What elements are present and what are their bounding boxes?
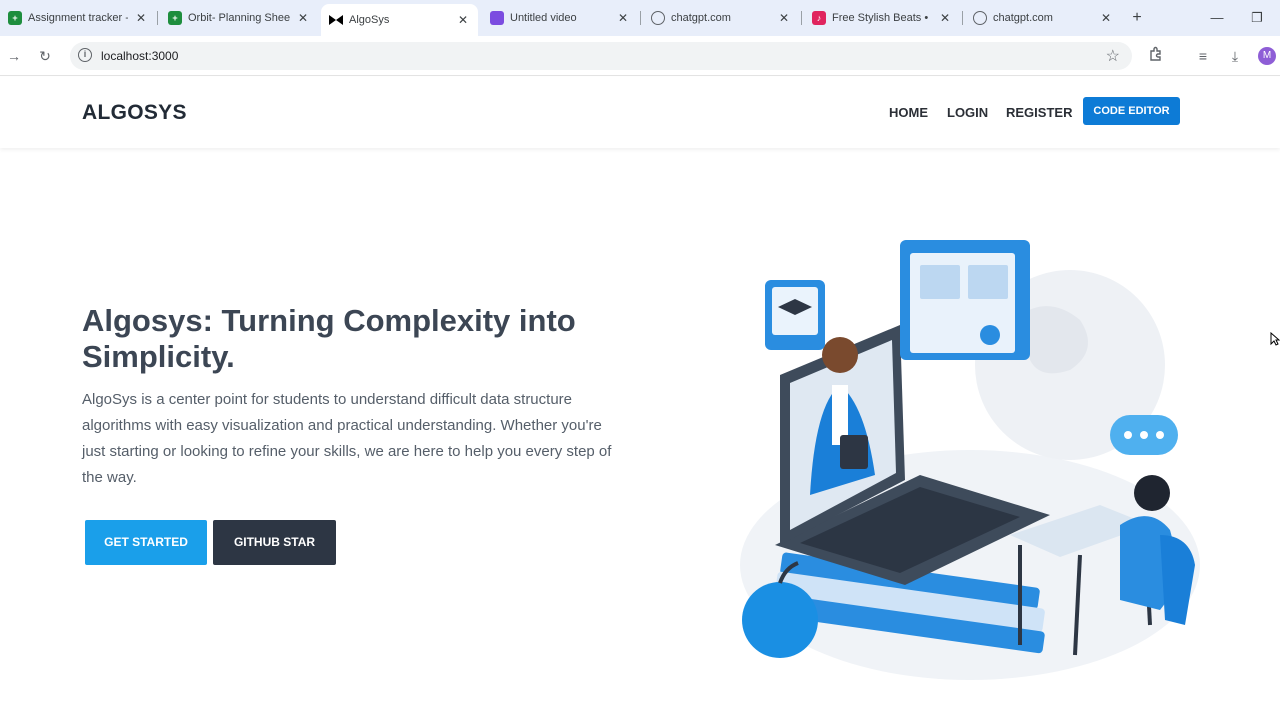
close-icon[interactable]: ✕: [777, 11, 791, 25]
browser-toolbar: → ↻ i localhost:3000 ☆ ≡ ⤓: [0, 36, 1280, 76]
close-icon[interactable]: ✕: [296, 11, 310, 25]
tab-chatgpt[interactable]: chatgpt.com ✕: [643, 4, 799, 32]
forward-icon[interactable]: →: [4, 46, 24, 66]
tab-title: Untitled video: [510, 12, 577, 24]
code-editor-button[interactable]: CODE EDITOR: [1083, 97, 1180, 125]
get-started-button[interactable]: GET STARTED: [85, 520, 207, 565]
tab-separator: [157, 11, 158, 25]
tab-separator: [801, 11, 802, 25]
globe-icon: [973, 11, 987, 25]
nav-register-link[interactable]: REGISTER: [1006, 105, 1072, 120]
site-info-icon[interactable]: i: [78, 48, 92, 62]
nav-login-link[interactable]: LOGIN: [947, 105, 988, 120]
tab-title: Orbit- Planning Shee: [188, 12, 290, 24]
mouse-cursor-icon: [1270, 332, 1280, 346]
tab-algosys[interactable]: AlgoSys ✕: [321, 4, 478, 36]
tab-orbit-planning[interactable]: + Orbit- Planning Shee ✕: [160, 4, 318, 32]
url-text: localhost:3000: [101, 49, 179, 63]
tab-title: Assignment tracker -: [28, 12, 128, 24]
download-icon[interactable]: ⤓: [1225, 46, 1245, 66]
hero-title: Algosys: Turning Complexity into Simplic…: [82, 303, 576, 374]
sheets-icon: +: [8, 11, 22, 25]
tab-chatgpt-2[interactable]: chatgpt.com ✕: [965, 4, 1121, 32]
tab-title: Free Stylish Beats • U: [832, 12, 932, 24]
tab-title: chatgpt.com: [671, 12, 731, 24]
hero-description: AlgoSys is a center point for students t…: [82, 391, 612, 486]
tab-assignment-tracker[interactable]: + Assignment tracker - ✕: [0, 4, 156, 32]
tab-free-stylish-beats[interactable]: ♪ Free Stylish Beats • U ✕: [804, 4, 960, 32]
clipchamp-icon: [490, 11, 504, 25]
address-bar[interactable]: i localhost:3000 ☆: [70, 42, 1132, 70]
reload-icon[interactable]: ↻: [35, 46, 55, 66]
sheets-icon: +: [168, 11, 182, 25]
tab-separator: [962, 11, 963, 25]
algosys-icon: [329, 13, 343, 27]
tab-title: chatgpt.com: [993, 12, 1053, 24]
restore-icon[interactable]: ❐: [1247, 8, 1267, 28]
site-navbar: ALGOSYS HOME LOGIN REGISTER CODE EDITOR: [0, 77, 1280, 148]
nav-home-link[interactable]: HOME: [889, 105, 928, 120]
tab-untitled-video[interactable]: Untitled video ✕: [482, 4, 638, 32]
globe-icon: [651, 11, 665, 25]
close-icon[interactable]: ✕: [616, 11, 630, 25]
tab-title: AlgoSys: [349, 14, 390, 26]
new-tab-icon[interactable]: +: [1128, 9, 1146, 27]
minimize-icon[interactable]: —: [1207, 8, 1227, 28]
bookmark-star-icon[interactable]: ☆: [1106, 46, 1120, 66]
close-icon[interactable]: ✕: [456, 13, 470, 27]
hero-illustration: [720, 225, 1220, 690]
browser-tab-bar: + Assignment tracker - ✕ + Orbit- Planni…: [0, 0, 1280, 36]
close-icon[interactable]: ✕: [1099, 11, 1113, 25]
github-star-button[interactable]: GITHUB STAR: [213, 520, 336, 565]
profile-avatar[interactable]: M: [1258, 47, 1276, 65]
extensions-icon[interactable]: [1146, 46, 1166, 66]
tab-separator: [640, 11, 641, 25]
close-icon[interactable]: ✕: [938, 11, 952, 25]
close-icon[interactable]: ✕: [134, 11, 148, 25]
beats-icon: ♪: [812, 11, 826, 25]
media-queue-icon[interactable]: ≡: [1193, 46, 1213, 66]
site-brand[interactable]: ALGOSYS: [82, 101, 187, 125]
